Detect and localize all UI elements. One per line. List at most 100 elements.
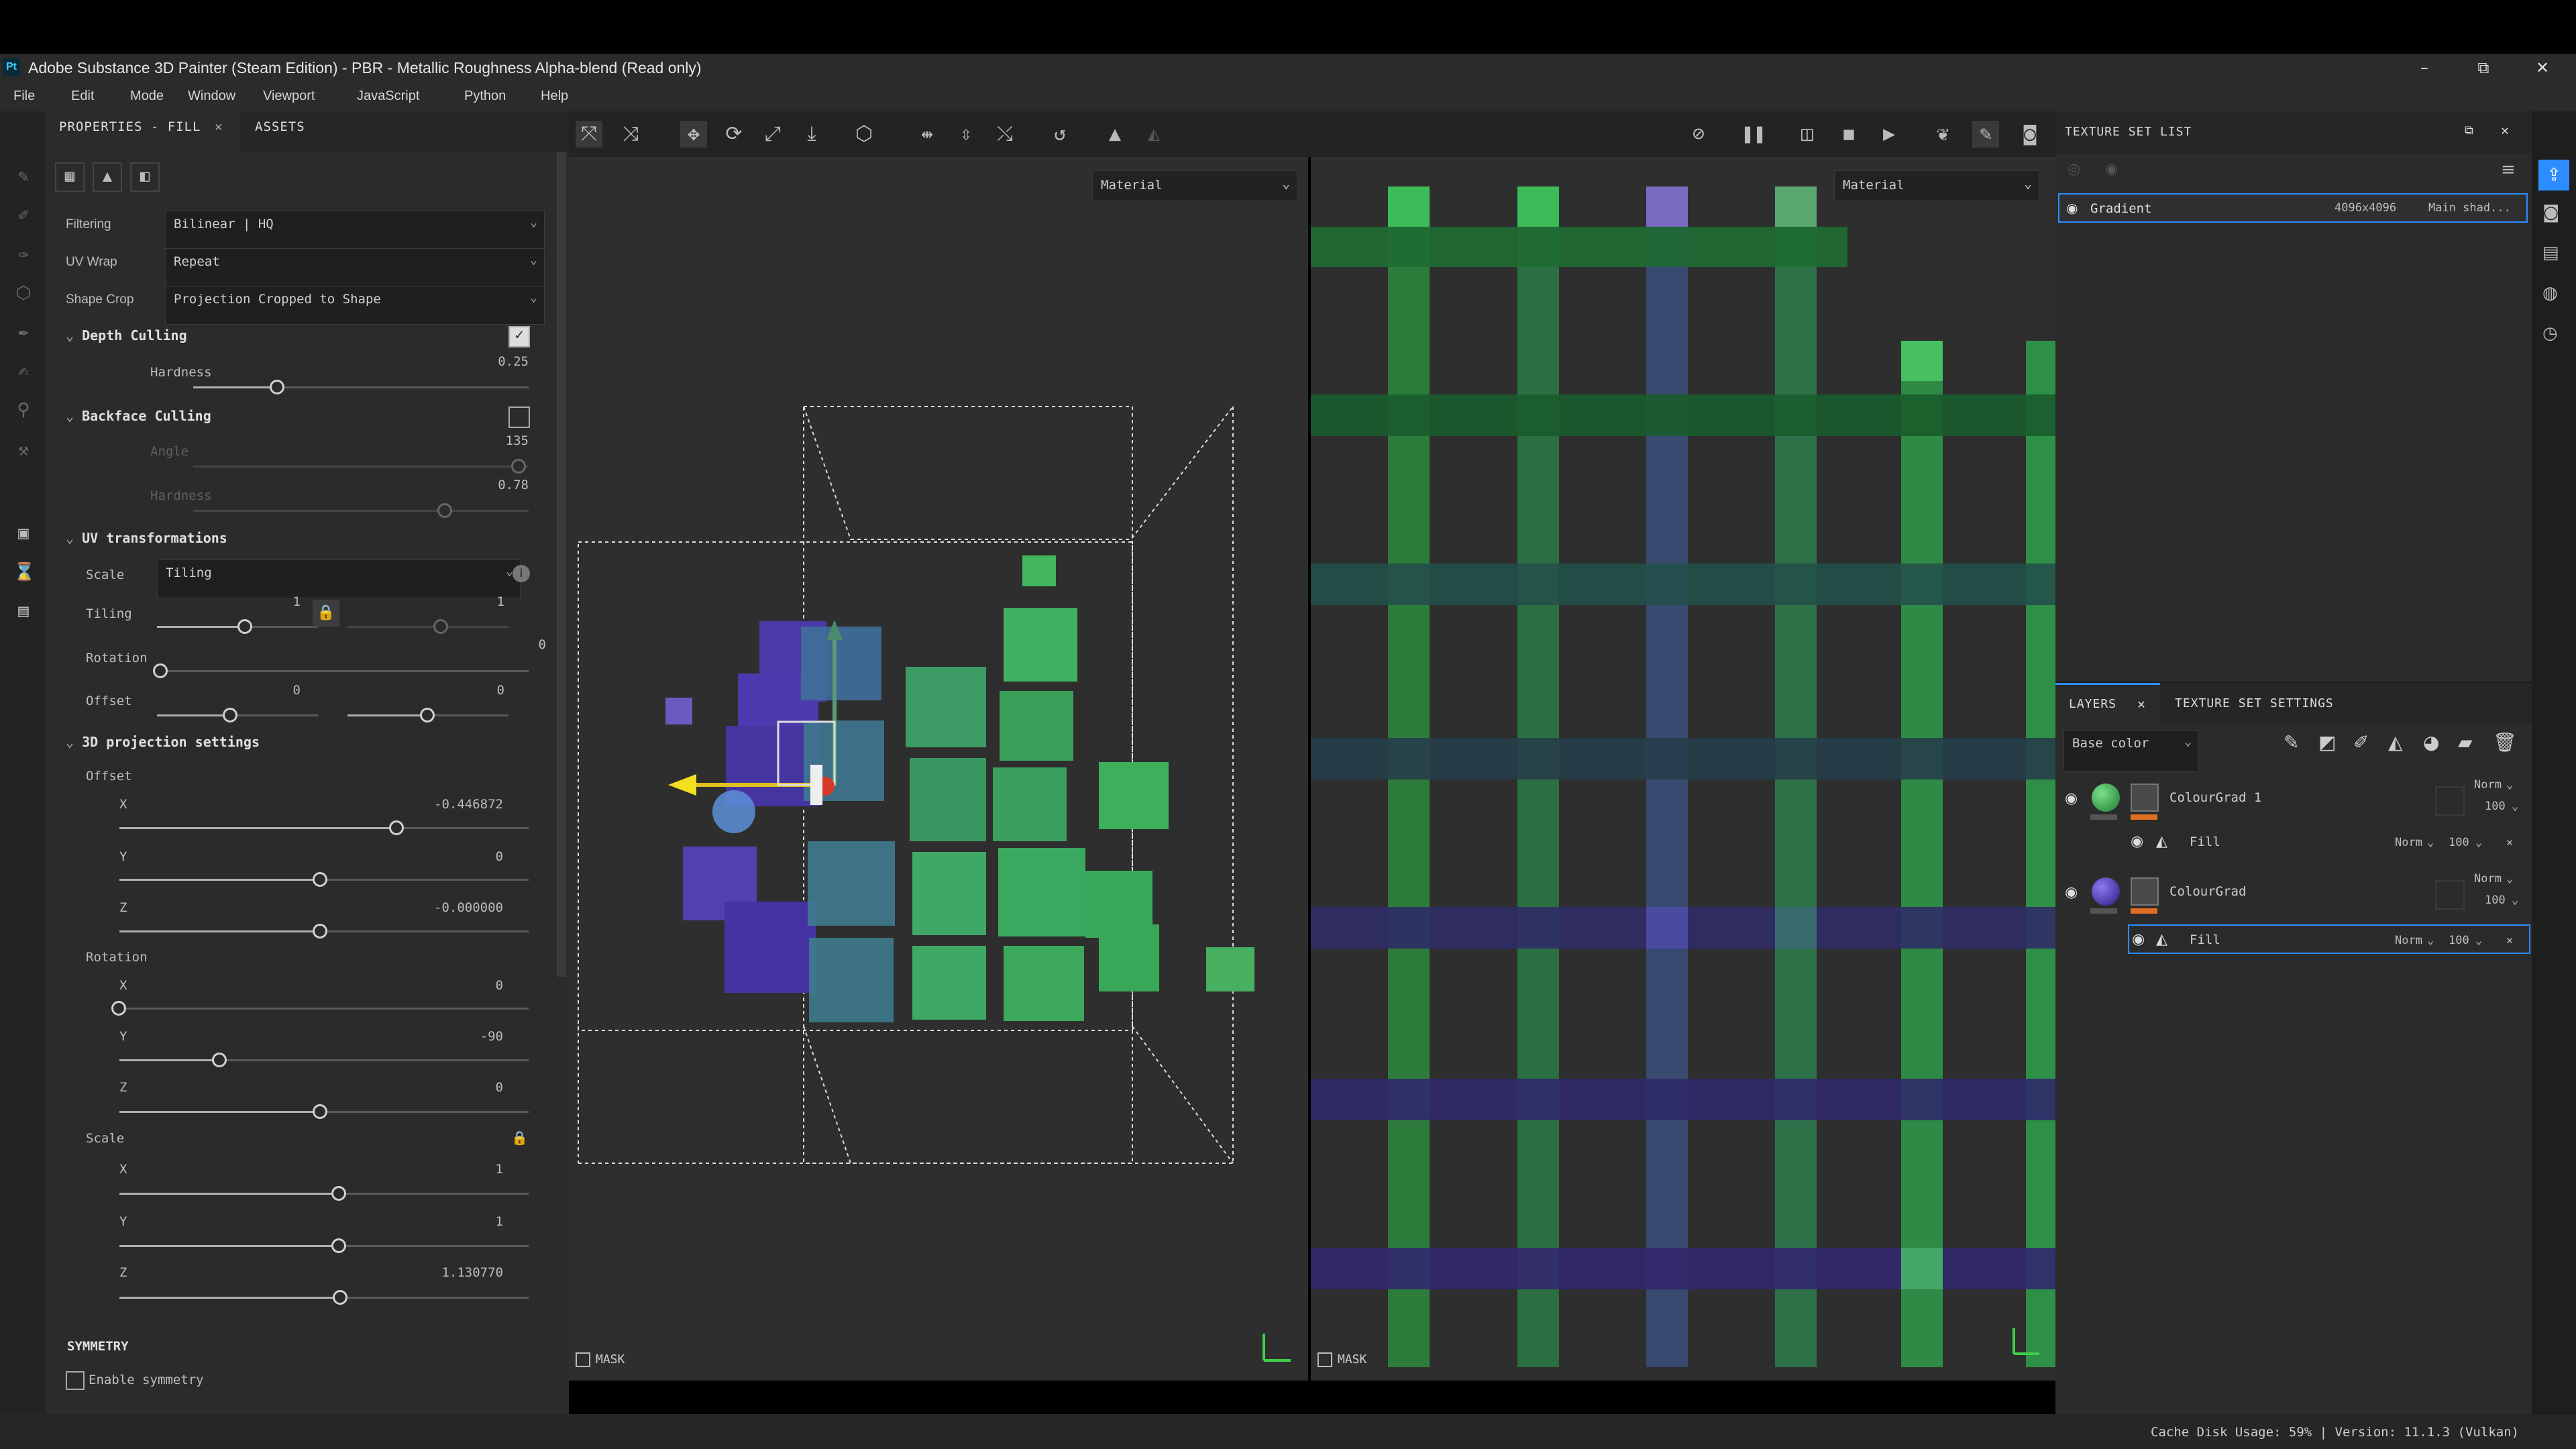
snap-icon[interactable]: ⤓	[798, 121, 825, 148]
uv-transformations-section[interactable]: ⌄ UV transformations	[66, 530, 227, 546]
bake-icon[interactable]: ⚒	[13, 440, 34, 460]
offset-x-slider-handle[interactable]	[389, 820, 404, 835]
uv-rotation-slider-handle[interactable]	[153, 663, 168, 678]
pause-icon[interactable]: ❚❚	[1740, 121, 1767, 148]
paint-brush-icon[interactable]: ✎	[13, 166, 34, 186]
uv-transform-icon[interactable]: ⤨	[617, 121, 644, 148]
symmetry-icon[interactable]: ▲	[1102, 121, 1128, 148]
mask-checkbox[interactable]	[576, 1352, 590, 1367]
close-icon[interactable]: ✕	[215, 119, 223, 134]
uv-offset-slider-2-handle[interactable]	[420, 708, 435, 722]
layer-blend-mode[interactable]: Norm	[2474, 872, 2502, 885]
flip-horizontal-icon[interactable]: ⇹	[914, 121, 941, 148]
mask-toggle[interactable]: MASK	[1318, 1352, 1366, 1367]
depth-culling-checkbox[interactable]: ✓	[508, 326, 530, 347]
effect-blend-mode[interactable]: Norm	[2395, 836, 2422, 849]
transform-icon[interactable]: ⤧	[576, 121, 602, 148]
rotation-y-slider-handle[interactable]	[212, 1053, 227, 1067]
rotation-x-slider-track[interactable]	[119, 1008, 529, 1010]
texture-set-row[interactable]: ◉ Gradient 4096x4096 Main shad...	[2058, 193, 2528, 223]
effect-opacity[interactable]: 100	[2449, 934, 2469, 947]
projection-settings-section[interactable]: ⌄ 3D projection settings	[66, 734, 260, 750]
fit-icon[interactable]: ⤯	[991, 121, 1018, 148]
menu-python[interactable]: Python	[464, 89, 506, 104]
close-button[interactable]: ✕	[2522, 56, 2563, 79]
maximize-button[interactable]: ⧉	[2463, 56, 2504, 79]
rotate-icon[interactable]: ⟳	[720, 121, 747, 148]
add-paint-layer-icon[interactable]: ✐	[2353, 731, 2369, 753]
projection-icon[interactable]: ✑	[13, 244, 34, 264]
visibility-icon[interactable]: ◎	[2068, 161, 2080, 178]
add-folder-icon[interactable]: ▰	[2458, 731, 2473, 753]
info-icon[interactable]: i	[513, 565, 530, 582]
eye-icon[interactable]: ◉	[2066, 200, 2078, 216]
document-icon[interactable]: ▤	[2542, 243, 2559, 263]
lock-icon[interactable]: 🔒	[313, 600, 339, 627]
filtering-dropdown[interactable]: Bilinear | HQ ⌄	[165, 211, 545, 250]
viewport-2d[interactable]: Material ⌄ MASK	[1311, 157, 2055, 1381]
eye-icon[interactable]: ◉	[2132, 931, 2145, 948]
layer-properties-icon[interactable]: ▦	[55, 162, 85, 192]
add-fill-layer-icon[interactable]: ◭	[2388, 731, 2403, 753]
smudge-icon[interactable]: ✒	[13, 322, 34, 342]
scale-icon[interactable]: ⤢	[759, 121, 786, 148]
viewport-3d[interactable]: Material ⌄ MASK	[569, 157, 1308, 1381]
offset-z-slider-handle[interactable]	[313, 924, 327, 938]
layer-opacity[interactable]: 100	[2485, 800, 2506, 813]
menu-viewport[interactable]: Viewport	[263, 89, 315, 104]
rotation-x-slider-handle[interactable]	[111, 1001, 126, 1016]
lock-icon[interactable]: 🔒	[511, 1130, 528, 1146]
split-view-icon[interactable]: ◫	[1794, 121, 1821, 148]
uv-offset-slider-1-handle[interactable]	[223, 708, 237, 722]
camera-icon[interactable]: ▶	[1876, 121, 1902, 148]
eraser-icon[interactable]: ✐	[13, 205, 34, 225]
shelf-icon[interactable]: ▣	[13, 523, 34, 543]
cube-icon[interactable]: ⬡	[851, 121, 877, 148]
3d-view-icon[interactable]: ◼	[1835, 121, 1862, 148]
uv-scale-dropdown[interactable]: Tiling ⌄	[157, 559, 521, 598]
delete-layer-icon[interactable]: 🗑	[2493, 731, 2517, 753]
scale-y-slider-handle[interactable]	[331, 1238, 346, 1253]
environment-icon[interactable]: ◍	[2542, 283, 2558, 303]
channel-dropdown[interactable]: Base color ⌄	[2063, 730, 2199, 771]
backface-culling-checkbox[interactable]	[508, 407, 530, 428]
iray-icon[interactable]: ❦	[1929, 121, 1956, 148]
screenshot-icon[interactable]: ◙	[2017, 121, 2043, 148]
polygon-fill-icon[interactable]: ⬡	[13, 283, 34, 303]
flip-vertical-icon[interactable]: ⇳	[953, 121, 979, 148]
layer-opacity[interactable]: 100	[2485, 894, 2506, 907]
add-effect-icon[interactable]: ✎	[2284, 731, 2299, 753]
tiling-slider-handle[interactable]	[237, 619, 252, 634]
effect-row[interactable]: ◉ ◭ Fill Norm ⌄ 100 ⌄ ✕	[2055, 828, 2532, 857]
shape-crop-dropdown[interactable]: Projection Cropped to Shape ⌄	[165, 286, 545, 325]
eye-icon[interactable]: ◉	[2065, 790, 2078, 807]
menu-file[interactable]: File	[13, 89, 35, 104]
effect-row-selected[interactable]: ◉ ◭ Fill Norm ⌄ 100 ⌄ ✕	[2128, 924, 2530, 954]
properties-scrollbar[interactable]	[557, 152, 566, 977]
tab-texture-set-settings[interactable]: TEXTURE SET SETTINGS	[2175, 696, 2334, 710]
rotation-z-slider-handle[interactable]	[313, 1104, 327, 1119]
depth-culling-section[interactable]: ⌄ Depth Culling	[66, 327, 187, 343]
menu-javascript[interactable]: JavaScript	[357, 89, 419, 104]
uv-rotation-slider-track[interactable]	[157, 670, 529, 672]
close-icon[interactable]: ✕	[2506, 836, 2513, 849]
close-icon[interactable]: ✕	[2506, 934, 2513, 947]
mask-checkbox[interactable]	[1318, 1352, 1332, 1367]
menu-window[interactable]: Window	[188, 89, 235, 104]
backface-culling-section[interactable]: ⌄ Backface Culling	[66, 408, 211, 424]
paint-mode-icon[interactable]: ✎	[1972, 121, 1999, 148]
add-mask-icon[interactable]: ◩	[2318, 731, 2336, 753]
light-icon[interactable]	[712, 790, 755, 833]
history-icon[interactable]: ⌛	[13, 562, 35, 582]
layer-blend-mode[interactable]: Norm	[2474, 778, 2502, 792]
eye-icon[interactable]: ◉	[2131, 833, 2143, 850]
uv-wrap-dropdown[interactable]: Repeat ⌄	[165, 248, 545, 287]
tab-assets[interactable]: ASSETS	[255, 119, 305, 134]
texture-set-icon[interactable]: ◙	[2542, 203, 2559, 223]
offset-y-slider-handle[interactable]	[313, 872, 327, 887]
add-smart-material-icon[interactable]: ◕	[2423, 731, 2439, 753]
menu-mode[interactable]: Mode	[130, 89, 164, 104]
scale-x-slider-handle[interactable]	[331, 1186, 346, 1201]
eye-icon[interactable]: ◉	[2065, 884, 2078, 901]
close-icon[interactable]: ✕	[2501, 122, 2510, 138]
